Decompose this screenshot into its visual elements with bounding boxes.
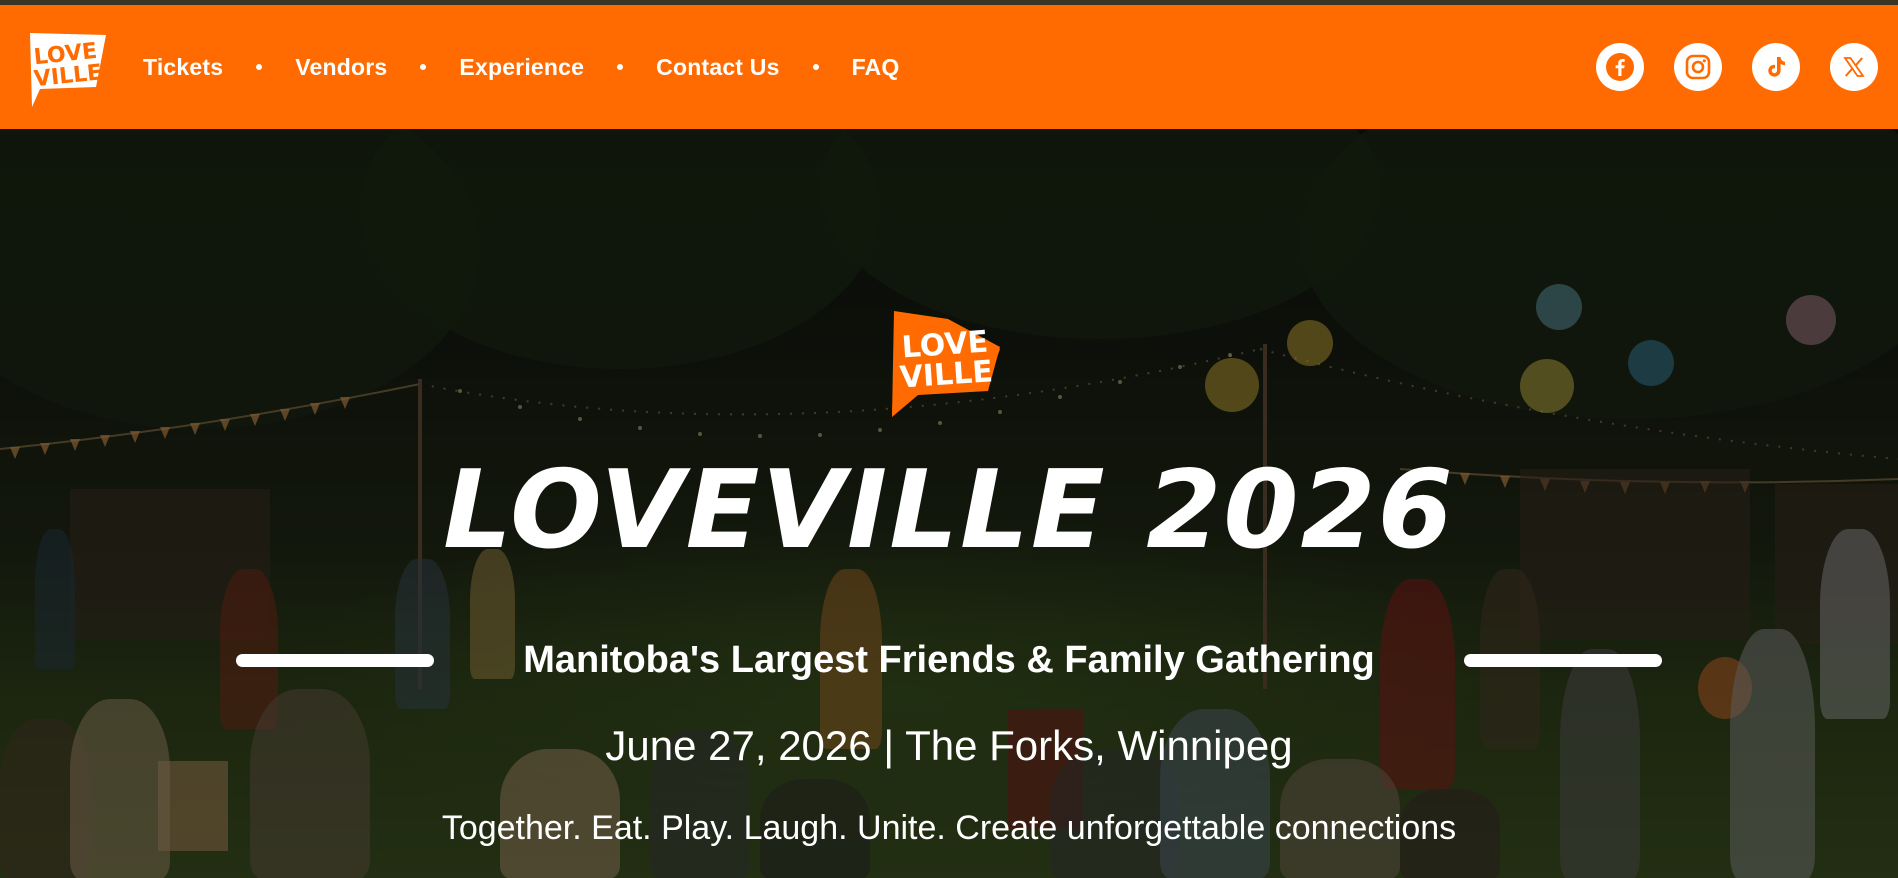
svg-text:VILLE: VILLE bbox=[899, 354, 994, 395]
instagram-link[interactable] bbox=[1674, 43, 1722, 91]
hero-tagline: Together. Eat. Play. Laugh. Unite. Creat… bbox=[441, 809, 1457, 847]
nav-separator bbox=[420, 64, 427, 70]
nav-tickets[interactable]: Tickets bbox=[143, 54, 223, 81]
instagram-icon bbox=[1685, 54, 1711, 80]
x-icon bbox=[1843, 57, 1865, 77]
facebook-icon bbox=[1606, 53, 1634, 81]
event-date-location: June 27, 2026 | The Forks, Winnipeg bbox=[605, 722, 1293, 769]
hero-subtitle-row: Manitoba's Largest Friends & Family Gath… bbox=[0, 638, 1898, 682]
tiktok-icon bbox=[1768, 57, 1785, 77]
hero-content: LOVE VILLE LOVEVILLE 2026 Manitoba's Lar… bbox=[0, 129, 1898, 878]
nav-contact-us[interactable]: Contact Us bbox=[656, 54, 779, 81]
hero-title: LOVEVILLE 2026 bbox=[443, 448, 1455, 573]
hero-section: LOVE VILLE LOVEVILLE 2026 Manitoba's Lar… bbox=[0, 129, 1898, 878]
nav-experience[interactable]: Experience bbox=[459, 54, 584, 81]
x-link[interactable] bbox=[1830, 43, 1878, 91]
subtitle-decor-line-right bbox=[1464, 654, 1662, 667]
tiktok-link[interactable] bbox=[1752, 43, 1800, 91]
facebook-link[interactable] bbox=[1596, 43, 1644, 91]
nav-separator bbox=[617, 64, 624, 70]
main-nav: Tickets Vendors Experience Contact Us FA… bbox=[143, 5, 899, 129]
page: LOVE VILLE Tickets Vendors Experience Co… bbox=[0, 0, 1898, 878]
loveville-hero-logo: LOVE VILLE bbox=[892, 311, 1000, 417]
nav-separator bbox=[812, 64, 819, 70]
nav-vendors[interactable]: Vendors bbox=[295, 54, 387, 81]
nav-separator bbox=[256, 64, 263, 70]
loveville-logo[interactable]: LOVE VILLE bbox=[26, 27, 110, 109]
nav-faq[interactable]: FAQ bbox=[852, 54, 900, 81]
social-links bbox=[1596, 5, 1898, 129]
site-header: LOVE VILLE Tickets Vendors Experience Co… bbox=[0, 5, 1898, 129]
